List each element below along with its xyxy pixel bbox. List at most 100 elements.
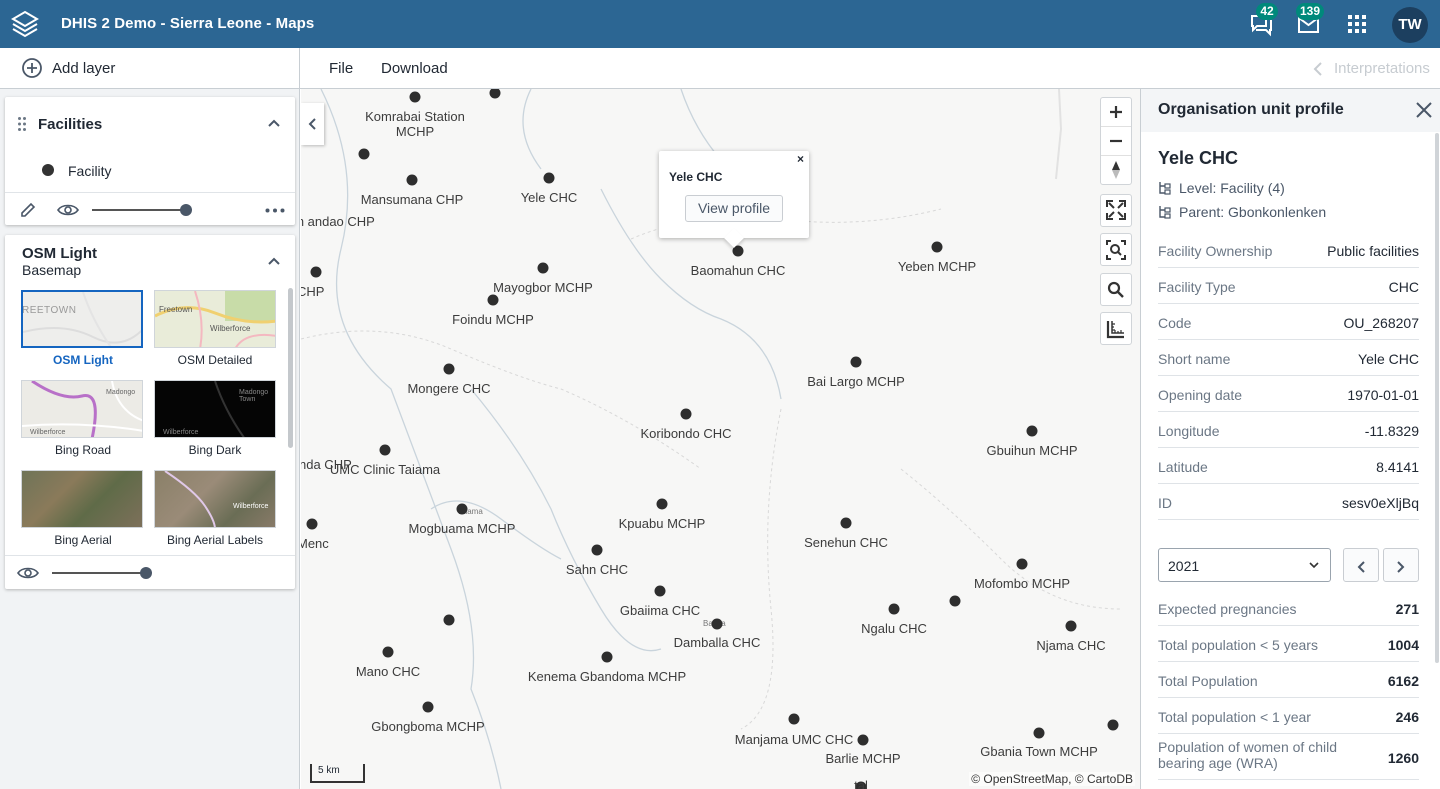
view-profile-button[interactable]: View profile — [685, 195, 783, 222]
fullscreen-button[interactable] — [1100, 194, 1132, 227]
basemap-bing-dark-thumb[interactable]: Madongo Town Wilberforce — [154, 380, 276, 438]
basemap-bing-dark-label[interactable]: Bing Dark — [145, 443, 285, 457]
facility-marker[interactable] — [1107, 719, 1119, 731]
add-layer-button[interactable]: Add layer — [0, 48, 300, 88]
basemap-osm-detailed-label[interactable]: OSM Detailed — [145, 353, 285, 367]
facility-marker[interactable] — [1026, 425, 1038, 437]
map-attribution[interactable]: © OpenStreetMap, © CartoDB — [969, 772, 1135, 786]
drag-handle-icon[interactable] — [18, 117, 26, 131]
data-row: Population of women of child bearing age… — [1158, 734, 1419, 780]
basemap-opacity-slider[interactable] — [52, 572, 146, 574]
facility-marker[interactable] — [456, 503, 468, 515]
basemap-bing-aerial-labels-label[interactable]: Bing Aerial Labels — [145, 533, 285, 547]
basemap-bing-aerial-label[interactable]: Bing Aerial — [13, 533, 153, 547]
facility-marker[interactable] — [487, 294, 499, 306]
layers-scrollbar[interactable] — [288, 288, 293, 448]
facility-label: Sahn CHC — [565, 562, 629, 577]
facility-marker[interactable] — [1016, 558, 1028, 570]
next-year-button[interactable] — [1383, 548, 1419, 582]
attribute-key: ID — [1158, 495, 1172, 511]
previous-year-button[interactable] — [1343, 548, 1379, 582]
zoom-in-button[interactable] — [1101, 98, 1131, 127]
visibility-eye-icon[interactable] — [57, 202, 79, 218]
year-select[interactable]: 2021 — [1158, 548, 1331, 582]
file-menu[interactable]: File — [329, 60, 353, 77]
reset-bearing-button[interactable] — [1101, 156, 1131, 184]
messages-badge: 139 — [1296, 3, 1325, 20]
user-avatar[interactable]: TW — [1392, 7, 1428, 43]
apps-grid-icon[interactable] — [1343, 10, 1371, 38]
search-icon — [1107, 281, 1124, 298]
measure-button[interactable] — [1100, 312, 1132, 345]
basemap-bing-aerial-thumb[interactable] — [21, 470, 143, 528]
basemap-opacity-knob[interactable] — [140, 567, 152, 579]
facility-label: Bai Largo MCHP — [807, 374, 905, 389]
facility-marker[interactable] — [379, 444, 391, 456]
facility-marker[interactable] — [1033, 727, 1045, 739]
basemap-bing-road-label[interactable]: Bing Road — [13, 443, 153, 457]
facility-marker[interactable] — [591, 544, 603, 556]
search-button[interactable] — [1100, 273, 1132, 306]
plus-icon — [1110, 106, 1122, 118]
org-unit-profile-panel: Organisation unit profile Yele CHC Level… — [1140, 89, 1440, 789]
facility-marker[interactable] — [537, 262, 549, 274]
visibility-eye-icon[interactable] — [17, 565, 39, 581]
facility-marker[interactable] — [888, 603, 900, 615]
facility-marker[interactable] — [409, 91, 421, 103]
basemap-bing-aerial-labels-thumb[interactable]: Wilberforce — [154, 470, 276, 528]
popup-close-button[interactable]: × — [797, 152, 804, 166]
profile-scrollbar[interactable] — [1435, 133, 1439, 663]
facility-marker[interactable] — [310, 266, 322, 278]
basemap-bing-road-thumb[interactable]: Madongo Wilberforce — [21, 380, 143, 438]
close-icon[interactable] — [1415, 101, 1433, 119]
facility-marker[interactable] — [654, 585, 666, 597]
add-circle-icon — [22, 58, 42, 78]
facility-marker[interactable] — [443, 363, 455, 375]
data-key: Total Population — [1158, 673, 1258, 689]
map-canvas[interactable]: Taiama Bauya Komrabai Station MCHPMansum… — [301, 89, 1140, 789]
facility-marker[interactable] — [382, 646, 394, 658]
basemap-title: OSM Light — [22, 245, 97, 262]
facility-marker[interactable] — [1065, 620, 1077, 632]
facility-marker[interactable] — [711, 618, 723, 630]
dhis2-logo-icon[interactable] — [10, 9, 40, 39]
zoom-to-content-button[interactable] — [1100, 233, 1132, 266]
facility-marker[interactable] — [406, 174, 418, 186]
zoom-out-button[interactable] — [1101, 127, 1131, 156]
facility-marker[interactable] — [422, 701, 434, 713]
facility-marker[interactable] — [840, 517, 852, 529]
facility-marker[interactable] — [443, 614, 455, 626]
chevron-up-icon[interactable] — [267, 117, 281, 129]
basemap-osm-light-label[interactable]: OSM Light — [13, 353, 153, 367]
facility-marker[interactable] — [949, 595, 961, 607]
facility-marker[interactable] — [543, 172, 555, 184]
edit-pencil-icon[interactable] — [19, 201, 37, 219]
download-menu[interactable]: Download — [381, 60, 448, 77]
collapse-layers-panel-button[interactable] — [301, 103, 324, 145]
chevron-up-icon[interactable] — [267, 255, 281, 267]
map-scale-bar: 5 km — [310, 764, 365, 783]
facility-marker[interactable] — [601, 651, 613, 663]
ruler-icon — [1106, 321, 1124, 339]
facility-marker[interactable] — [680, 408, 692, 420]
more-options-icon[interactable] — [265, 208, 285, 213]
thumb-label-text: Madongo Town — [239, 389, 269, 403]
facilities-opacity-slider[interactable] — [92, 209, 186, 211]
basemap-osm-detailed-thumb[interactable]: Freetown Wilberforce — [154, 290, 276, 348]
facility-marker[interactable] — [931, 241, 943, 253]
facility-label: nda CHP — [301, 457, 352, 472]
attribute-row: Facility Ownership Public facilities — [1158, 232, 1419, 268]
facility-label: Koribondo CHC — [640, 426, 732, 441]
facility-marker[interactable] — [850, 356, 862, 368]
facilities-opacity-knob[interactable] — [180, 204, 192, 216]
facility-label: Kenema Gbandoma MCHP — [527, 669, 687, 684]
facility-popup: Yele CHC × View profile — [659, 151, 809, 248]
basemap-osm-light-thumb[interactable]: REETOWN — [21, 290, 143, 348]
facility-label: Njama CHC — [1036, 638, 1106, 653]
facility-marker[interactable] — [857, 734, 869, 746]
facility-marker[interactable] — [306, 518, 318, 530]
facility-marker[interactable] — [656, 498, 668, 510]
zoom-to-extent-icon — [1106, 240, 1126, 260]
facility-marker[interactable] — [358, 148, 370, 160]
facility-marker[interactable] — [788, 713, 800, 725]
